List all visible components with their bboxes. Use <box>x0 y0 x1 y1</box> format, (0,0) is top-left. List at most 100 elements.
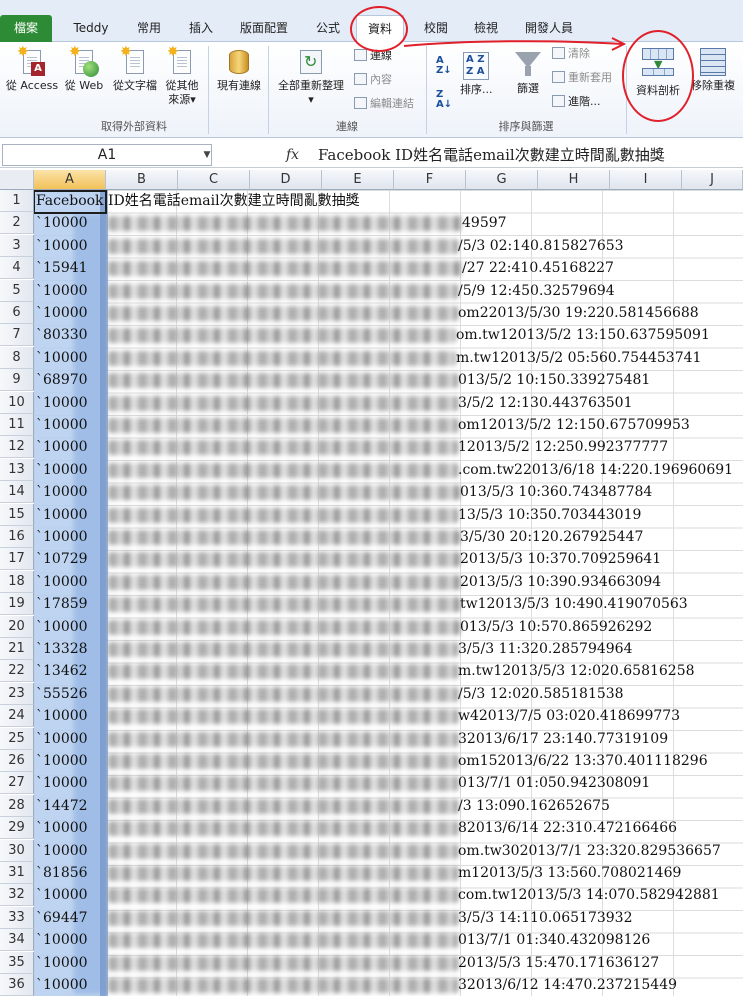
row-header-33[interactable]: 33 <box>0 906 34 929</box>
row-header-36[interactable]: 36 <box>0 974 34 996</box>
column-header-b[interactable]: B <box>106 170 178 190</box>
row-header-28[interactable]: 28 <box>0 794 34 817</box>
cell-facebook-id[interactable]: `80330 <box>36 324 88 346</box>
cell-facebook-id[interactable]: `10000 <box>36 571 88 593</box>
row-header-6[interactable]: 6 <box>0 302 34 324</box>
cell-overflow-text[interactable]: tw12013/5/3 10:490.419070563 <box>460 593 688 615</box>
cell-overflow-text[interactable]: 82013/6/14 22:310.472166466 <box>458 817 677 839</box>
cell-overflow-text[interactable]: 3/5/3 14:110.065173932 <box>458 907 632 929</box>
cell-overflow-text[interactable]: 2013/5/3 15:470.171636127 <box>458 952 659 974</box>
cell-facebook-id[interactable]: `68970 <box>36 369 88 391</box>
row-header-27[interactable]: 27 <box>0 772 34 795</box>
row-header-30[interactable]: 30 <box>0 839 34 862</box>
cell-facebook-id[interactable]: `17859 <box>36 593 88 615</box>
cell-overflow-text[interactable]: 13/5/3 10:350.703443019 <box>458 504 641 526</box>
cell-overflow-text[interactable]: 2013/5/3 10:370.709259641 <box>460 548 661 570</box>
cell-overflow-text[interactable]: w42013/7/5 03:020.418699773 <box>458 705 680 727</box>
cell-facebook-id[interactable]: `10729 <box>36 548 88 570</box>
cell-facebook-id[interactable]: `10000 <box>36 481 88 503</box>
row-header-9[interactable]: 9 <box>0 369 34 392</box>
cell-overflow-text[interactable]: om.tw12013/5/2 13:150.637595091 <box>456 324 710 346</box>
row-header-26[interactable]: 26 <box>0 750 34 772</box>
row-header-14[interactable]: 14 <box>0 481 34 504</box>
row-header-24[interactable]: 24 <box>0 705 34 728</box>
cell-overflow-text[interactable]: /27 22:410.45168227 <box>462 257 614 279</box>
cell-overflow-text[interactable]: /5/3 12:020.585181538 <box>458 683 624 705</box>
header-row-text[interactable]: Facebook ID姓名電話email次數建立時間亂數抽獎 <box>36 190 360 212</box>
row-header-5[interactable]: 5 <box>0 279 34 302</box>
cell-facebook-id[interactable]: `10000 <box>36 392 88 414</box>
cell-overflow-text[interactable]: /5/3 02:140.815827653 <box>458 235 624 257</box>
cell-facebook-id[interactable]: `10000 <box>36 728 88 750</box>
row-header-4[interactable]: 4 <box>0 257 34 280</box>
cell-facebook-id[interactable]: `10000 <box>36 414 88 436</box>
cell-overflow-text[interactable]: m.tw12013/5/3 12:020.65816258 <box>458 660 695 682</box>
row-header-25[interactable]: 25 <box>0 727 34 750</box>
row-header-32[interactable]: 32 <box>0 884 34 907</box>
column-header-c[interactable]: C <box>178 170 250 190</box>
cell-overflow-text[interactable]: 12013/5/2 12:250.992377777 <box>458 436 668 458</box>
spreadsheet-grid[interactable]: A B C D E F G H I J 1 Facebook ID姓名電話email次數建立時間亂數抽… <box>0 170 743 996</box>
cell-facebook-id[interactable]: `10000 <box>36 347 88 369</box>
row-header-19[interactable]: 19 <box>0 593 34 616</box>
cell-facebook-id[interactable]: `10000 <box>36 884 88 906</box>
cell-overflow-text[interactable]: om12013/5/2 12:150.675709953 <box>458 414 690 436</box>
cell-overflow-text[interactable]: 49597 <box>462 212 507 234</box>
row-header-13[interactable]: 13 <box>0 458 34 481</box>
cell-facebook-id[interactable]: `10000 <box>36 705 88 727</box>
column-header-g[interactable]: G <box>466 170 538 190</box>
cell-overflow-text[interactable]: om152013/6/22 13:370.401118296 <box>458 750 708 772</box>
row-header-7[interactable]: 7 <box>0 324 34 347</box>
cell-facebook-id[interactable]: `10000 <box>36 616 88 638</box>
chevron-down-icon[interactable]: ▼ <box>201 145 213 165</box>
column-header-e[interactable]: E <box>322 170 394 190</box>
row-header-15[interactable]: 15 <box>0 503 34 526</box>
cell-facebook-id[interactable]: `10000 <box>36 235 88 257</box>
row-header-23[interactable]: 23 <box>0 682 34 705</box>
cell-facebook-id[interactable]: `10000 <box>36 772 88 794</box>
row-header-21[interactable]: 21 <box>0 638 34 660</box>
cell-facebook-id[interactable]: `10000 <box>36 840 88 862</box>
cell-overflow-text[interactable]: 013/5/3 10:360.743487784 <box>460 481 652 503</box>
cell-overflow-text[interactable]: 3/5/3 11:320.285794964 <box>458 638 632 660</box>
cell-facebook-id[interactable]: `10000 <box>36 459 88 481</box>
cell-facebook-id[interactable]: `10000 <box>36 952 88 974</box>
cell-facebook-id[interactable]: `14472 <box>36 795 88 817</box>
cell-facebook-id[interactable]: `69447 <box>36 907 88 929</box>
row-header-22[interactable]: 22 <box>0 660 34 683</box>
cell-overflow-text[interactable]: 013/7/1 01:050.942308091 <box>458 772 650 794</box>
cell-facebook-id[interactable]: `10000 <box>36 974 88 996</box>
cell-overflow-text[interactable]: 013/7/1 01:340.432098126 <box>458 929 650 951</box>
row-header-10[interactable]: 10 <box>0 391 34 414</box>
cell-facebook-id[interactable]: `81856 <box>36 862 88 884</box>
row-header-11[interactable]: 11 <box>0 414 34 436</box>
cell-facebook-id[interactable]: `10000 <box>36 280 88 302</box>
column-header-i[interactable]: I <box>610 170 682 190</box>
row-header-12[interactable]: 12 <box>0 436 34 459</box>
cell-facebook-id[interactable]: `10000 <box>36 526 88 548</box>
cell-facebook-id[interactable]: `55526 <box>36 683 88 705</box>
column-header-f[interactable]: F <box>394 170 466 190</box>
row-header-29[interactable]: 29 <box>0 817 34 840</box>
cell-overflow-text[interactable]: 013/5/3 10:570.865926292 <box>460 616 652 638</box>
row-header-17[interactable]: 17 <box>0 548 34 571</box>
row-header-2[interactable]: 2 <box>0 212 34 235</box>
cell-facebook-id[interactable]: `10000 <box>36 436 88 458</box>
cell-overflow-text[interactable]: 3/5/2 12:130.443763501 <box>458 392 632 414</box>
cell-facebook-id[interactable]: `10000 <box>36 750 88 772</box>
row-header-34[interactable]: 34 <box>0 929 34 952</box>
column-header-j[interactable]: J <box>682 170 743 190</box>
row-header-18[interactable]: 18 <box>0 570 34 593</box>
cell-overflow-text[interactable]: om.tw302013/7/1 23:320.829536657 <box>458 840 721 862</box>
row-header-3[interactable]: 3 <box>0 234 34 257</box>
cell-facebook-id[interactable]: `15941 <box>36 257 88 279</box>
cell-overflow-text[interactable]: /3 13:090.162652675 <box>458 795 610 817</box>
column-header-d[interactable]: D <box>250 170 322 190</box>
row-header-31[interactable]: 31 <box>0 862 34 884</box>
cell-facebook-id[interactable]: `10000 <box>36 504 88 526</box>
cell-overflow-text[interactable]: 32013/6/12 14:470.237215449 <box>458 974 677 996</box>
row-header-16[interactable]: 16 <box>0 526 34 548</box>
formula-input[interactable]: Facebook ID姓名電話email次數建立時間亂數抽獎 <box>318 144 665 166</box>
cell-overflow-text[interactable]: com.tw12013/5/3 14:070.582942881 <box>458 884 720 906</box>
cell-overflow-text[interactable]: .com.tw22013/6/18 14:220.196960691 <box>458 459 733 481</box>
